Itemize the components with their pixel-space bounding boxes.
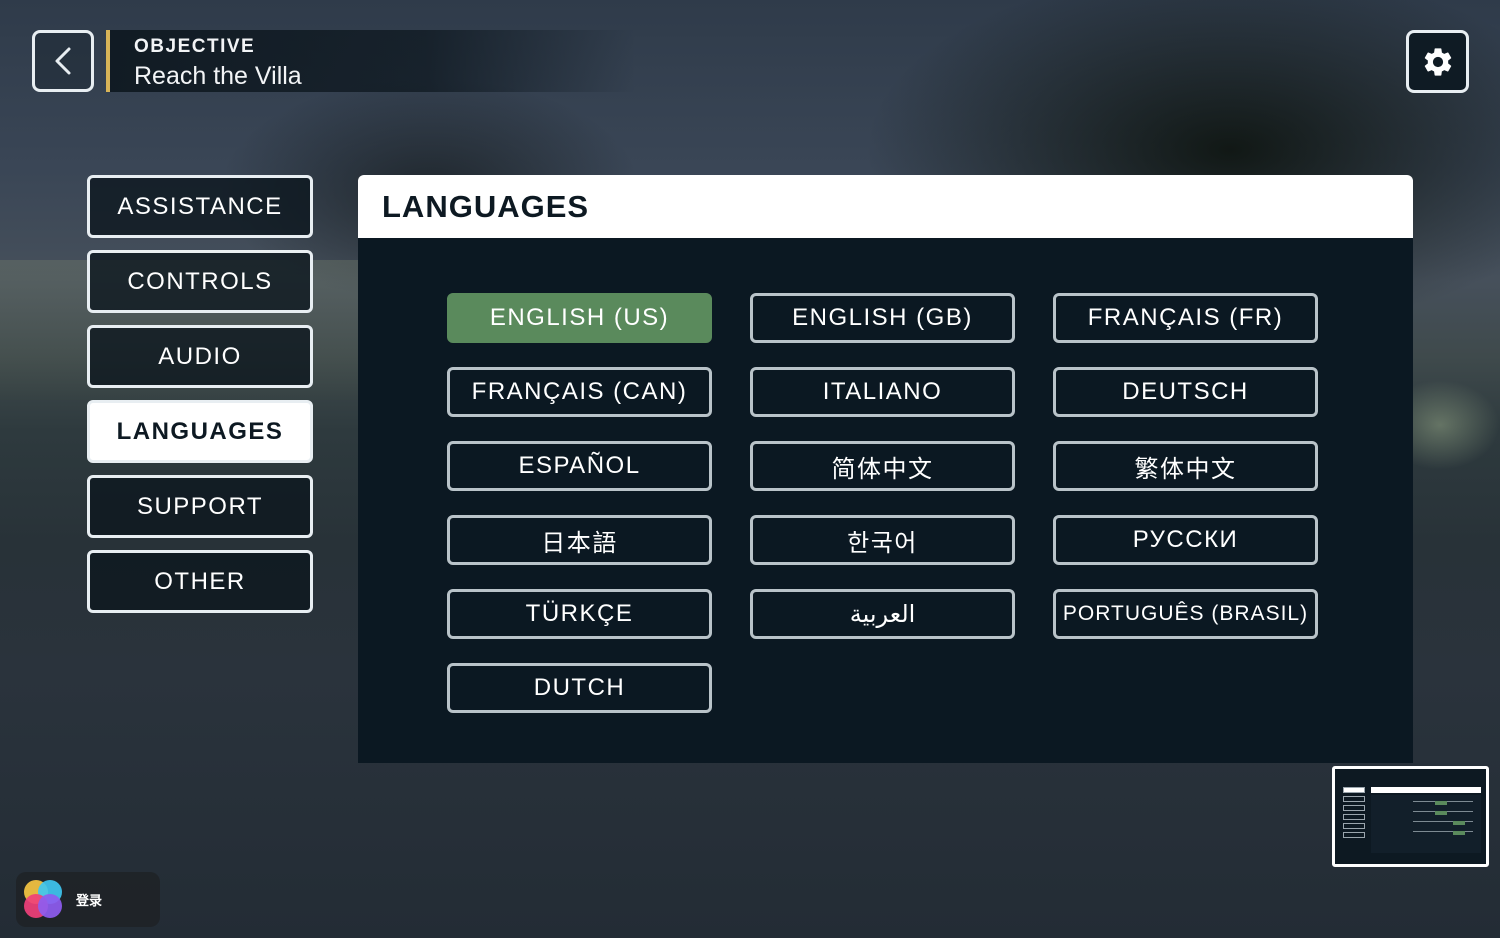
language-label: ITALIANO bbox=[822, 378, 943, 405]
menu-item-other[interactable]: OTHER bbox=[87, 550, 313, 613]
language-button-korean[interactable]: 한국어 bbox=[750, 515, 1015, 565]
menu-item-audio[interactable]: AUDIO bbox=[87, 325, 313, 388]
settings-button[interactable] bbox=[1406, 30, 1469, 93]
menu-item-label: LANGUAGES bbox=[116, 417, 284, 445]
objective-value: Reach the Villa bbox=[134, 62, 302, 90]
language-button-francais-can[interactable]: FRANÇAIS (CAN) bbox=[447, 367, 712, 417]
objective-banner: OBJECTIVE Reach the Villa bbox=[106, 30, 636, 92]
thumbnail-toggle bbox=[1435, 801, 1447, 805]
objective-label: OBJECTIVE bbox=[134, 36, 256, 57]
language-button-japanese[interactable]: 日本語 bbox=[447, 515, 712, 565]
panel-title: LANGUAGES bbox=[358, 175, 1413, 238]
language-button-portugues-brasil[interactable]: PORTUGUÊS (BRASIL) bbox=[1053, 589, 1318, 639]
thumbnail-toggle bbox=[1453, 831, 1465, 835]
menu-item-label: CONTROLS bbox=[127, 267, 273, 295]
language-button-turkce[interactable]: TÜRKÇE bbox=[447, 589, 712, 639]
language-label: 简体中文 bbox=[831, 455, 934, 483]
gear-icon bbox=[1424, 47, 1451, 76]
thumbnail-toggle bbox=[1435, 811, 1447, 815]
login-widget[interactable]: 登录 bbox=[16, 872, 160, 927]
language-label: ENGLISH (GB) bbox=[792, 304, 973, 331]
thumbnail-toggle bbox=[1453, 821, 1465, 825]
language-label: DEUTSCH bbox=[1122, 378, 1249, 405]
screen-preview-thumbnail[interactable] bbox=[1332, 766, 1489, 867]
language-label: 한국어 bbox=[847, 529, 918, 557]
language-button-espanol[interactable]: ESPAÑOL bbox=[447, 441, 712, 491]
language-button-english-gb[interactable]: ENGLISH (GB) bbox=[750, 293, 1015, 343]
menu-item-languages[interactable]: LANGUAGES bbox=[87, 400, 313, 463]
game-center-logo-icon bbox=[24, 879, 64, 920]
language-button-english-us[interactable]: ENGLISH (US) bbox=[447, 293, 712, 343]
language-label: 日本語 bbox=[541, 529, 618, 557]
settings-menu: ASSISTANCE CONTROLS AUDIO LANGUAGES SUPP… bbox=[87, 175, 313, 625]
menu-item-label: ASSISTANCE bbox=[117, 192, 283, 220]
language-label: ENGLISH (US) bbox=[489, 304, 670, 331]
language-label: FRANÇAIS (CAN) bbox=[471, 378, 688, 405]
panel-title-text: LANGUAGES bbox=[382, 188, 590, 224]
language-grid: ENGLISH (US) ENGLISH (GB) FRANÇAIS (FR) … bbox=[447, 293, 1318, 713]
menu-item-support[interactable]: SUPPORT bbox=[87, 475, 313, 538]
language-label: TÜRKÇE bbox=[525, 600, 634, 627]
menu-item-label: AUDIO bbox=[158, 342, 242, 370]
language-label: ESPAÑOL bbox=[518, 452, 641, 479]
language-button-dutch[interactable]: DUTCH bbox=[447, 663, 712, 713]
language-button-italiano[interactable]: ITALIANO bbox=[750, 367, 1015, 417]
language-button-arabic[interactable]: العربية bbox=[750, 589, 1015, 639]
back-button[interactable] bbox=[32, 30, 94, 92]
language-label: FRANÇAIS (FR) bbox=[1087, 304, 1284, 331]
menu-item-label: OTHER bbox=[154, 567, 246, 595]
language-label: 繁体中文 bbox=[1134, 455, 1237, 483]
menu-item-label: SUPPORT bbox=[136, 492, 264, 520]
language-button-russian[interactable]: РУССКИ bbox=[1053, 515, 1318, 565]
menu-item-assistance[interactable]: ASSISTANCE bbox=[87, 175, 313, 238]
language-label: DUTCH bbox=[533, 674, 626, 701]
language-button-traditional-chinese[interactable]: 繁体中文 bbox=[1053, 441, 1318, 491]
language-label: РУССКИ bbox=[1132, 526, 1239, 553]
language-label: العربية bbox=[849, 600, 916, 628]
language-button-simplified-chinese[interactable]: 简体中文 bbox=[750, 441, 1015, 491]
language-button-francais-fr[interactable]: FRANÇAIS (FR) bbox=[1053, 293, 1318, 343]
thumbnail-header bbox=[1371, 787, 1481, 793]
chevron-left-icon bbox=[55, 47, 71, 75]
language-label: PORTUGUÊS (BRASIL) bbox=[1062, 602, 1309, 625]
login-label: 登录 bbox=[76, 893, 103, 908]
language-button-deutsch[interactable]: DEUTSCH bbox=[1053, 367, 1318, 417]
menu-item-controls[interactable]: CONTROLS bbox=[87, 250, 313, 313]
thumbnail-menu bbox=[1343, 787, 1365, 841]
